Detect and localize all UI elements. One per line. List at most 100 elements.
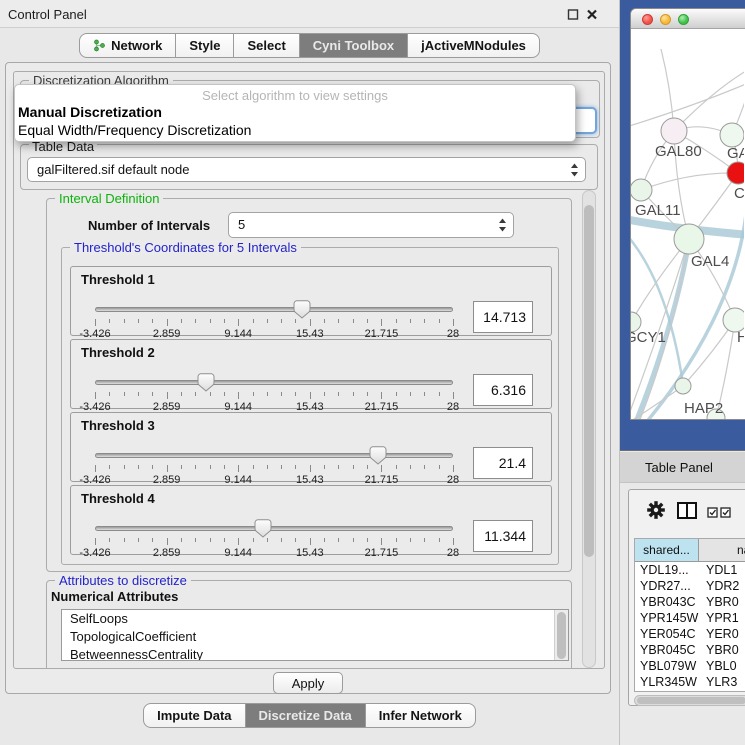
tab-infer-network[interactable]: Infer Network [366,703,476,728]
table-row[interactable]: YIL052CYIL0 [635,690,745,692]
slider-tick [353,465,354,469]
table-cell: YBR0 [699,642,745,658]
slider-tick [281,465,282,469]
threshold-4-value-field[interactable]: 11.344 [473,520,533,552]
slider-tick [267,392,268,396]
column-header-2[interactable]: na [699,539,745,561]
threshold-3-value-field[interactable]: 21.4 [473,447,533,479]
network-node[interactable] [631,179,652,201]
tab-select[interactable]: Select [234,33,299,58]
attribute-item-selfloops[interactable]: SelfLoops [62,610,568,628]
slider-tick [410,319,411,323]
tab-label: Style [189,38,220,53]
slider-tick [367,465,368,469]
network-node[interactable] [661,118,687,144]
table-cell: YBL079W [635,658,699,674]
threshold-4-slider-thumb[interactable] [255,519,272,543]
slider-tick [439,319,440,323]
panel-title: Control Panel [8,7,87,22]
table-row[interactable]: YLR345WYLR3 [635,674,745,690]
tab-style[interactable]: Style [176,33,234,58]
number-of-intervals-value: 5 [238,217,245,232]
float-window-icon[interactable] [566,8,580,21]
top-tab-bar: Network Style Select Cyni Toolbox jActiveMNo… [0,33,619,58]
table-row[interactable]: YDL19...YDL1 [635,562,745,578]
algorithm-option-equal-width-frequency-discretization[interactable]: Equal Width/Frequency Discretization [15,121,575,139]
algorithm-option-manual-discretization[interactable]: Manual Discretization [15,103,575,121]
panel-scrollbar[interactable] [582,190,596,668]
slider-tick [224,392,225,396]
panel-scrollbar-thumb[interactable] [584,205,594,557]
control-panel-titlebar: Control Panel [0,0,619,28]
node-table: shared...na YDL19...YDL1YDR27...YDR2YBR0… [634,538,745,692]
slider-track[interactable] [95,307,453,312]
network-node[interactable] [727,162,744,184]
slider-tick [124,465,125,469]
attributes-group-title: Attributes to discretize [55,573,191,588]
table-hscrollbar-thumb[interactable] [637,697,745,704]
tab-impute-data[interactable]: Impute Data [143,703,245,728]
table-data-combo[interactable]: galFiltered.sif default node [27,157,586,182]
number-of-intervals-combo[interactable]: 5 [228,212,514,238]
traffic-light-minimize-icon[interactable] [660,14,671,25]
table-cell: YBR045C [635,642,699,658]
threshold-1-slider-thumb[interactable] [293,300,310,324]
table-row[interactable]: YBR043CYBR0 [635,594,745,610]
network-canvas[interactable]: GAL80GACGAL11GAL4GCY1HHAP2 [631,29,744,419]
table-horizontal-scrollbar[interactable] [634,695,745,706]
numerical-attributes-list: SelfLoopsTopologicalCoefficientBetweenne… [61,609,569,661]
table-row[interactable]: YBL079WYBL0 [635,658,745,674]
threshold-3-label: Threshold 3 [81,418,155,433]
slider-tick [138,465,139,469]
table-row[interactable]: YER054CYER0 [635,626,745,642]
close-icon[interactable] [585,8,599,21]
traffic-light-zoom-icon[interactable] [678,14,689,25]
checkbox-icon[interactable] [707,505,718,523]
network-node[interactable] [674,224,704,254]
threshold-2-slider: -3.4262.8599.14415.4321.71528 [95,368,453,408]
network-node[interactable] [675,378,691,394]
checkbox-icon[interactable] [720,505,731,523]
slider-track[interactable] [95,526,453,531]
tab-label: Cyni Toolbox [313,38,394,53]
tab-jactivemnodules[interactable]: jActiveMNodules [408,33,540,58]
threshold-3-slider-thumb[interactable] [369,446,386,470]
attribute-item-betweennesscentrality[interactable]: BetweennessCentrality [62,646,568,661]
tab-network[interactable]: Network [79,33,176,58]
slider-tick [281,319,282,323]
table-row[interactable]: YDR27...YDR2 [635,578,745,594]
slider-tick [267,465,268,469]
table-row[interactable]: YBR045CYBR0 [635,642,745,658]
threshold-2-value-field[interactable]: 6.316 [473,374,533,406]
tab-label: Network [111,38,162,53]
split-view-icon[interactable] [677,502,697,524]
network-edge[interactable] [641,173,738,190]
slider-tick [353,538,354,542]
table-panel-body: shared...na YDL19...YDL1YDR27...YDR2YBR0… [620,484,745,745]
column-header-1[interactable]: shared... [635,539,699,561]
slider-track[interactable] [95,453,453,458]
network-window-titlebar[interactable] [631,9,745,29]
threshold-1-value-field[interactable]: 14.713 [473,301,533,333]
tab-cyni-toolbox[interactable]: Cyni Toolbox [300,33,408,58]
thresholds-group: Threshold's Coordinates for 5 Intervals … [61,247,559,565]
threshold-2-slider-thumb[interactable] [197,373,214,397]
slider-tick [124,392,125,396]
attribute-item-topologicalcoefficient[interactable]: TopologicalCoefficient [62,628,568,646]
table-row[interactable]: YPR145WYPR1 [635,610,745,626]
gear-icon[interactable] [647,501,665,524]
slider-tick [181,392,182,396]
apply-button[interactable]: Apply [273,672,343,694]
slider-tick [238,319,239,326]
slider-tick [152,465,153,469]
network-edge[interactable] [631,84,744,127]
tab-discretize-data[interactable]: Discretize Data [246,703,366,728]
network-node[interactable] [720,123,744,147]
attributes-list-scrollbar[interactable] [554,610,568,660]
threshold-1-slider: -3.4262.8599.14415.4321.71528 [95,295,453,335]
network-edge[interactable] [674,71,744,131]
slider-tick [95,319,96,326]
slider-tick [253,392,254,396]
traffic-light-close-icon[interactable] [642,14,653,25]
slider-track[interactable] [95,380,453,385]
